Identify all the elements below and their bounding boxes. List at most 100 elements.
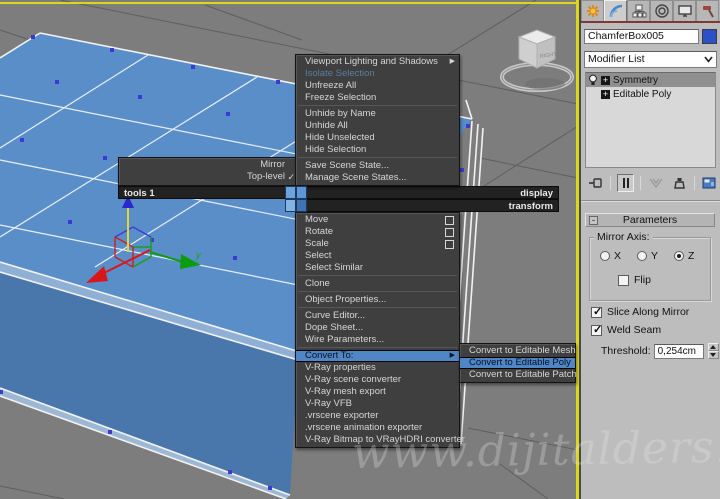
radio-x[interactable] (600, 251, 610, 261)
make-unique-button[interactable] (647, 174, 664, 192)
menu-item-object-properties[interactable]: Object Properties... (296, 294, 459, 306)
pin-stack-button[interactable] (587, 174, 604, 192)
menu-item-v-ray-bitmap-to-vrayhdri-converter[interactable]: V-Ray Bitmap to VRayHDRI converter (296, 434, 465, 446)
flip-checkbox[interactable] (618, 274, 629, 286)
menu-item-unhide-all[interactable]: Unhide All (296, 120, 459, 132)
viewcube-shadow (525, 78, 565, 90)
menu-item-mirror[interactable]: Mirror (119, 159, 299, 171)
menu-item-v-ray-mesh-export[interactable]: V-Ray mesh export (296, 386, 459, 398)
menu-item-convert-to-editable-mesh[interactable]: Convert to Editable Mesh (460, 345, 576, 357)
menu-item-select-similar[interactable]: Select Similar (296, 262, 459, 274)
active-viewport-border-top (0, 2, 580, 4)
modifier-name: Editable Poly (613, 88, 672, 100)
quad-transform-menu: Move Rotate Scale Select Select Similar Clone… (295, 212, 465, 448)
show-end-result-button[interactable] (617, 174, 635, 192)
object-name-field[interactable]: ChamferBox005 (584, 29, 699, 44)
spinner-down-button[interactable] (707, 351, 719, 359)
stack-row-editable-poly[interactable]: + Editable Poly (586, 87, 715, 101)
expand-plus-icon[interactable]: + (601, 89, 610, 99)
menu-separator (298, 157, 457, 158)
remove-modifier-button[interactable] (671, 174, 688, 192)
menu-item-v-ray-vfb[interactable]: V-Ray VFB (296, 398, 459, 410)
menu-item-v-ray-scene-converter[interactable]: V-Ray scene converter (296, 374, 459, 386)
menu-item-save-scene-state[interactable]: Save Scene State... (296, 160, 459, 172)
quad-center-square[interactable] (296, 186, 307, 199)
scene-canvas[interactable]: y RIGHT (0, 0, 580, 499)
quad-center-square[interactable] (285, 186, 296, 199)
tab-display[interactable] (673, 0, 696, 21)
menu-item-scale[interactable]: Scale (296, 238, 459, 250)
pin-stack-icon (589, 178, 602, 188)
menu-item-hide-selection[interactable]: Hide Selection (296, 144, 459, 156)
quad-center-square[interactable] (296, 199, 307, 212)
menu-item-unfreeze-all[interactable]: Unfreeze All (296, 80, 459, 92)
viewport-panel-divider (579, 0, 581, 499)
command-panel-tabs (581, 0, 720, 23)
menu-item-isolate-selection[interactable]: Isolate Selection (296, 68, 459, 80)
tab-utilities[interactable] (696, 0, 719, 21)
quad-label-transform[interactable]: transform (302, 199, 559, 212)
quad-center-square[interactable] (285, 199, 296, 212)
menu-item-manage-scene-states[interactable]: Manage Scene States... (296, 172, 459, 184)
command-panel: ChamferBox005 Modifier List + Symmetry +… (581, 0, 720, 499)
threshold-field[interactable]: 0,254cm (653, 343, 704, 359)
menu-item-top-level[interactable]: Top-level (119, 171, 299, 183)
menu-item-vrscene-animation-exporter[interactable]: .vrscene animation exporter (296, 422, 459, 434)
menu-item-curve-editor[interactable]: Curve Editor... (296, 310, 459, 322)
expand-plus-icon[interactable]: + (601, 75, 610, 85)
weld-seam-label: Weld Seam (607, 324, 662, 336)
menu-item-clone[interactable]: Clone (296, 278, 459, 290)
rollout-title: Parameters (622, 214, 678, 226)
remove-modifier-icon (673, 177, 685, 189)
configure-modifier-sets-icon (702, 177, 716, 189)
lightbulb-icon[interactable] (588, 74, 598, 86)
application-window: y RIGHT MirrorTop-level tools 1 display … (0, 0, 720, 499)
quad-display-menu: Viewport Lighting and ShadowsIsolate Sel… (295, 54, 460, 186)
menu-item-v-ray-properties[interactable]: V-Ray properties (296, 362, 459, 374)
perspective-viewport[interactable]: y RIGHT (0, 0, 580, 499)
tab-hierarchy[interactable] (627, 0, 650, 21)
menu-item-unhide-by-name[interactable]: Unhide by Name (296, 108, 459, 120)
menu-item-dope-sheet[interactable]: Dope Sheet... (296, 322, 459, 334)
menu-item-convert-to-editable-poly[interactable]: Convert to Editable Poly (460, 357, 575, 369)
radio-y-label: Y (651, 250, 659, 262)
menu-item-rotate[interactable]: Rotate (296, 226, 459, 238)
threshold-label: Threshold: (601, 345, 651, 357)
stack-row-symmetry[interactable]: + Symmetry (586, 73, 715, 87)
quad-label-display[interactable]: display (302, 186, 559, 199)
weld-seam-checkbox[interactable] (591, 323, 602, 336)
collapse-minus-icon[interactable]: - (589, 216, 598, 225)
modifier-list-dropdown[interactable]: Modifier List (584, 51, 717, 68)
tab-motion[interactable] (650, 0, 673, 21)
menu-item-select[interactable]: Select (296, 250, 459, 262)
radio-y[interactable] (637, 251, 648, 261)
radio-z[interactable] (674, 251, 685, 261)
menu-item-freeze-selection[interactable]: Freeze Selection (296, 92, 459, 104)
slice-along-mirror-checkbox[interactable] (591, 305, 602, 318)
toolbar-separator (693, 176, 695, 190)
tab-create[interactable] (581, 0, 604, 21)
tab-modify[interactable] (604, 0, 627, 21)
menu-item-hide-unselected[interactable]: Hide Unselected (296, 132, 459, 144)
radio-z-label: Z (688, 250, 695, 262)
modifier-list-label: Modifier List (588, 53, 645, 65)
menu-item-move[interactable]: Move (296, 214, 459, 226)
menu-separator (298, 105, 457, 106)
menu-item-convert-to-editable-patch[interactable]: Convert to Editable Patch (460, 369, 577, 381)
chevron-down-icon (704, 56, 713, 63)
quad-label-tools[interactable]: tools 1 (118, 186, 302, 199)
spinner-up-button[interactable] (707, 343, 719, 351)
menu-item-viewport-lighting-and-shadows[interactable]: Viewport Lighting and Shadows (296, 56, 459, 68)
menu-item-vrscene-exporter[interactable]: .vrscene exporter (296, 410, 459, 422)
configure-modifier-sets-button[interactable] (701, 174, 718, 192)
sunburst-icon (586, 5, 599, 17)
show-end-result-icon (622, 178, 629, 188)
mirror-axis-legend: Mirror Axis: (594, 231, 653, 243)
viewcube[interactable]: RIGHT (500, 29, 574, 92)
modifier-name: Symmetry (613, 74, 658, 86)
menu-item-convert-to[interactable]: Convert To: (296, 350, 459, 362)
menu-item-wire-parameters[interactable]: Wire Parameters... (296, 334, 459, 346)
make-unique-icon (649, 178, 663, 188)
object-color-swatch[interactable] (702, 29, 717, 44)
parameters-rollout-header[interactable]: - Parameters (585, 213, 715, 227)
